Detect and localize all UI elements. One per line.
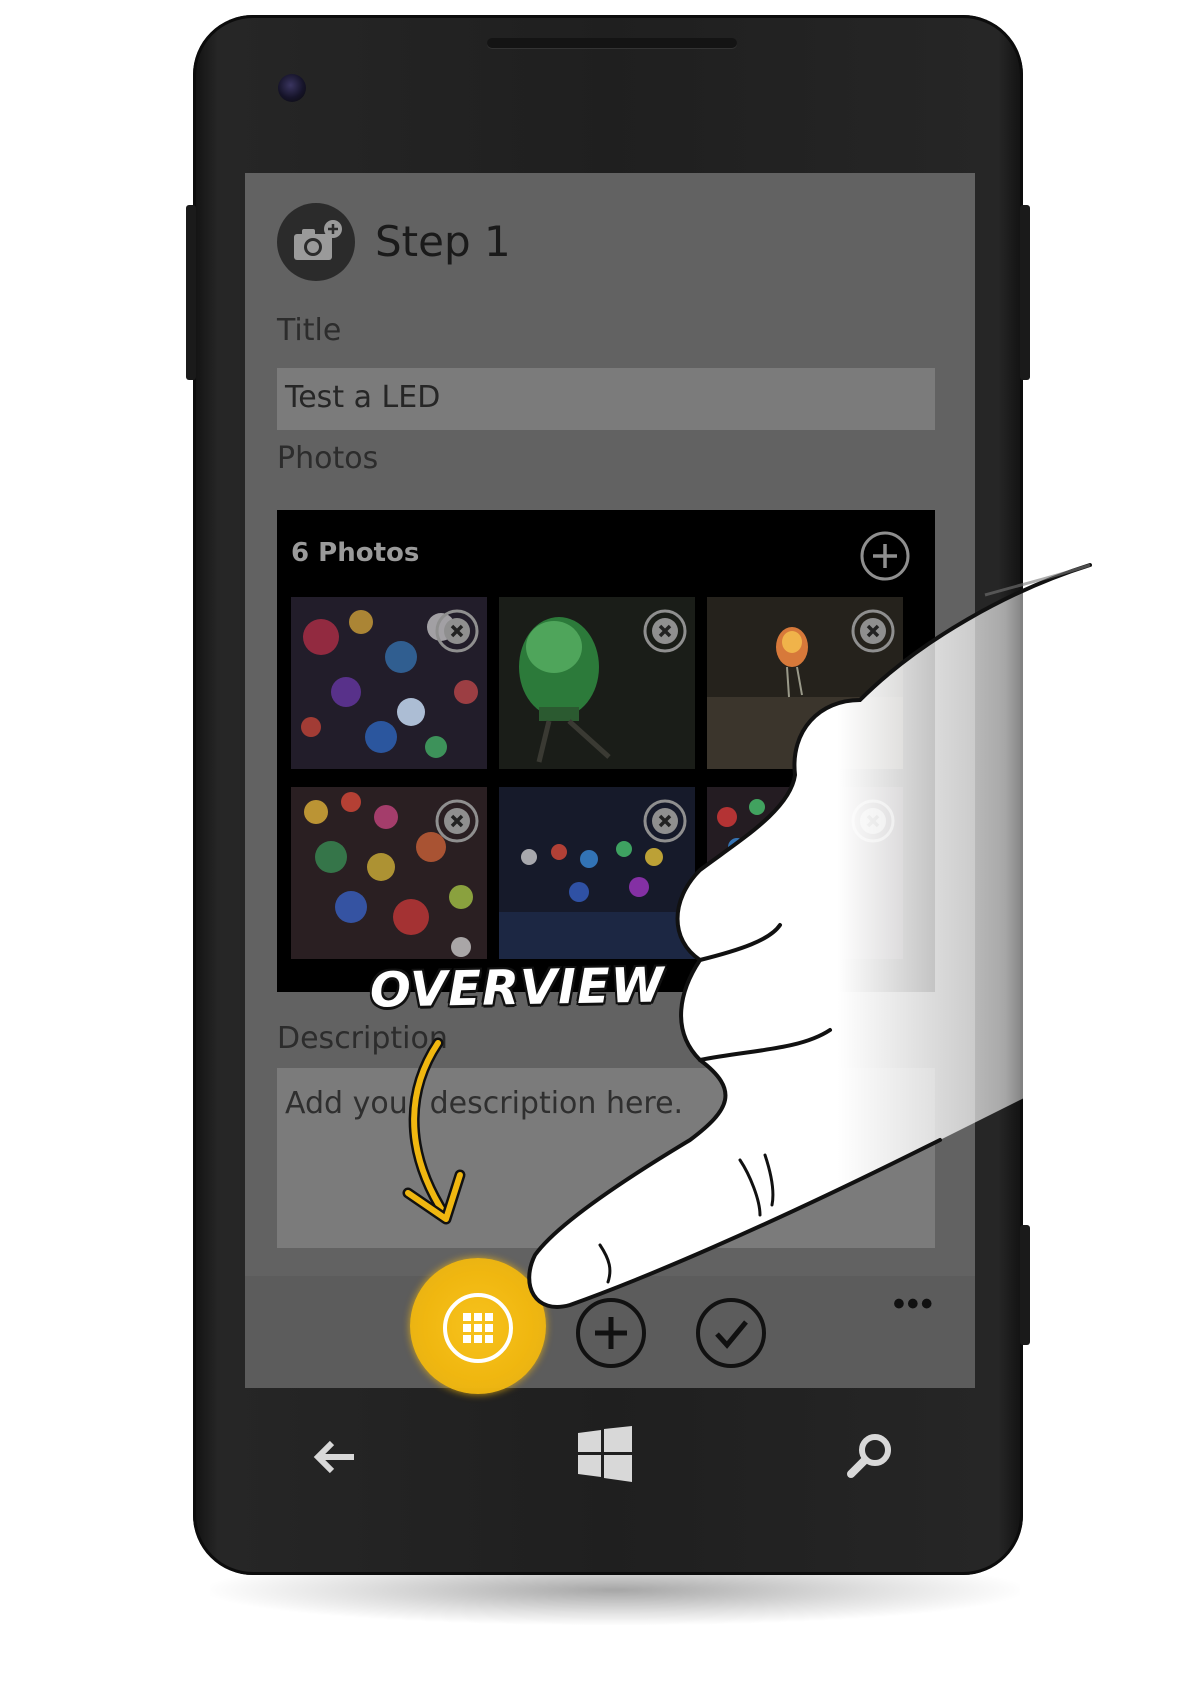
remove-photo-button[interactable]	[433, 607, 481, 660]
remove-photo-button[interactable]	[641, 607, 689, 660]
confirm-button[interactable]	[693, 1295, 769, 1376]
photo-thumbnail[interactable]	[707, 787, 903, 959]
add-step-button[interactable]	[573, 1295, 649, 1376]
title-input[interactable]: Test a LED	[277, 368, 935, 430]
overview-annotation: OVERVIEW	[369, 957, 666, 1019]
app-screen: Step 1 Title Test a LED Photos 6 Photos	[245, 173, 975, 1388]
side-button-right	[1020, 205, 1030, 380]
ellipsis-icon: •••	[893, 1285, 935, 1323]
search-icon	[847, 1434, 891, 1478]
volume-button	[186, 205, 196, 380]
grid-icon	[443, 1293, 513, 1363]
close-circle-icon	[435, 609, 479, 653]
photo-thumbnail[interactable]	[707, 597, 903, 769]
photos-label: Photos	[277, 441, 379, 476]
photos-panel: 6 Photos	[277, 510, 935, 992]
close-circle-icon	[851, 609, 895, 653]
camera-add-icon	[277, 203, 355, 281]
title-label: Title	[277, 313, 342, 348]
search-button[interactable]	[845, 1430, 895, 1485]
back-arrow-icon	[313, 1440, 354, 1474]
photo-thumbnail[interactable]	[499, 787, 695, 959]
back-button[interactable]	[310, 1437, 358, 1482]
description-placeholder: Add your description here.	[285, 1086, 684, 1121]
close-circle-icon	[851, 799, 895, 843]
windows-icon	[578, 1426, 632, 1482]
title-input-value: Test a LED	[285, 380, 441, 415]
remove-photo-button[interactable]	[849, 607, 897, 660]
page-title: Step 1	[375, 217, 511, 266]
photo-thumbnail[interactable]	[291, 597, 487, 769]
photos-count: 6 Photos	[291, 538, 420, 568]
close-circle-icon	[435, 799, 479, 843]
remove-photo-button[interactable]	[641, 797, 689, 850]
overview-button[interactable]	[441, 1291, 515, 1370]
earpiece-speaker	[487, 38, 737, 48]
description-input[interactable]: Add your description here.	[277, 1068, 935, 1248]
close-circle-icon	[643, 609, 687, 653]
check-icon	[696, 1298, 766, 1368]
photo-thumbnail[interactable]	[291, 787, 487, 959]
photo-thumbnail[interactable]	[499, 597, 695, 769]
plus-circle-icon	[860, 531, 910, 581]
front-camera-icon	[278, 74, 306, 102]
close-circle-icon	[643, 799, 687, 843]
start-button[interactable]	[576, 1425, 634, 1488]
remove-photo-button[interactable]	[849, 797, 897, 850]
add-photo-button[interactable]	[859, 530, 911, 587]
camera-button	[1020, 1225, 1030, 1345]
plus-icon	[576, 1298, 646, 1368]
curved-arrow-icon	[402, 1037, 466, 1225]
more-button[interactable]: •••	[893, 1285, 935, 1324]
remove-photo-button[interactable]	[433, 797, 481, 850]
